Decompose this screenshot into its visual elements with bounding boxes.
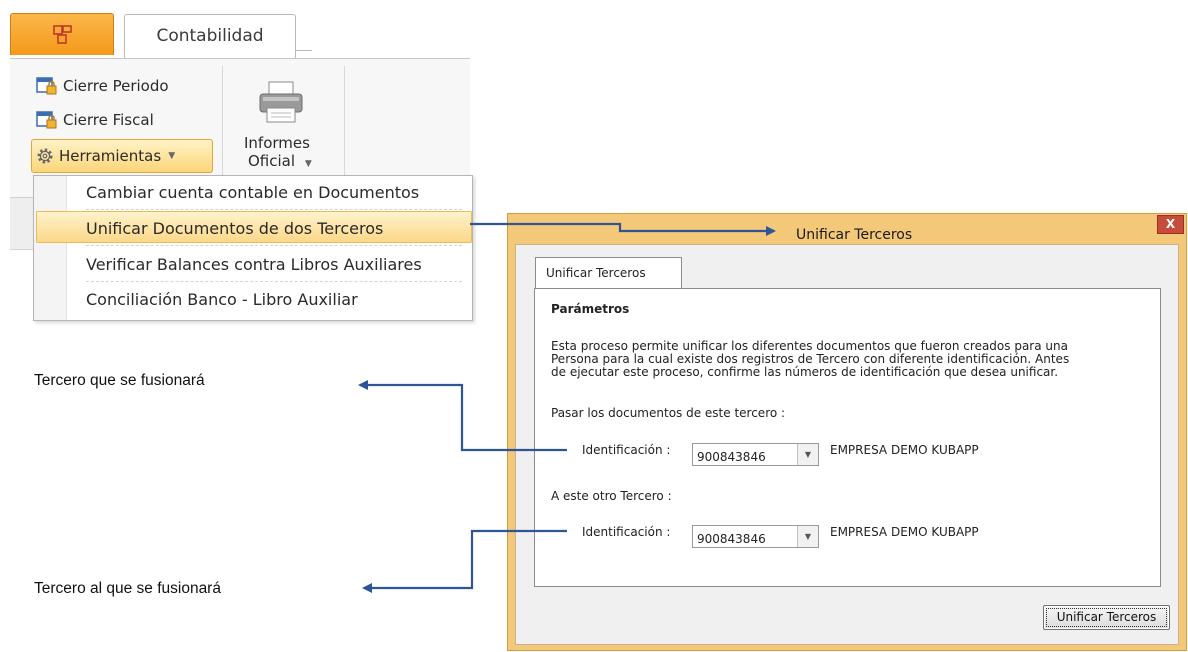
arrow-menu-to-dialog [470,222,776,236]
arrow-second-tercero [362,529,567,593]
annotation-arrows [358,222,776,593]
arrow-first-tercero [358,380,567,452]
